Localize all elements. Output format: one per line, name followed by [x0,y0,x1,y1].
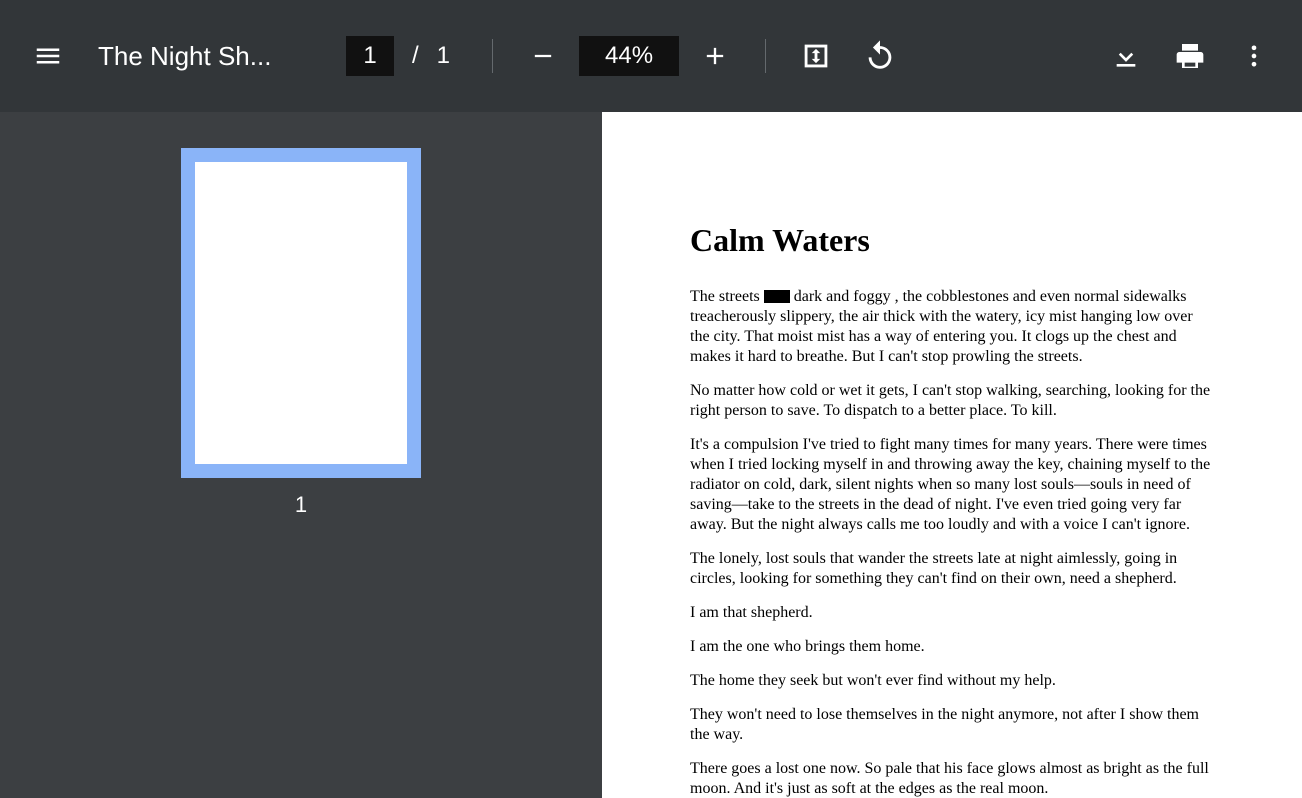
separator [492,39,493,73]
paragraph: There goes a lost one now. So pale that … [690,759,1212,798]
print-button[interactable] [1162,28,1218,84]
paragraph: The lonely, lost souls that wander the s… [690,549,1212,589]
paragraph: I am that shepherd. [690,603,1212,623]
download-button[interactable] [1098,28,1154,84]
redaction-mark [764,290,790,303]
separator [765,39,766,73]
page-content: Calm Waters The streets dark and foggy ,… [602,112,1302,798]
zoom-input[interactable] [579,36,679,76]
document-title: The Night Sh... [98,41,298,72]
page-viewport[interactable]: Calm Waters The streets dark and foggy ,… [602,112,1302,798]
page-number-input[interactable] [346,36,394,76]
paragraph: I am the one who brings them home. [690,637,1212,657]
main-area: 1 Calm Waters The streets dark and foggy… [0,112,1302,798]
zoom-out-button[interactable] [515,28,571,84]
doc-heading: Calm Waters [690,222,1212,259]
more-options-button[interactable] [1226,28,1282,84]
paragraph: The home they seek but won't ever find w… [690,671,1212,691]
total-pages: 1 [437,42,470,70]
page-thumbnail[interactable] [181,148,421,478]
thumbnail-label: 1 [0,492,602,518]
paragraph: No matter how cold or wet it gets, I can… [690,381,1212,421]
toolbar: The Night Sh... / 1 [0,0,1302,112]
rotate-button[interactable] [852,28,908,84]
paragraph: They won't need to lose themselves in th… [690,705,1212,745]
zoom-in-button[interactable] [687,28,743,84]
paragraph: It's a compulsion I've tried to fight ma… [690,435,1212,535]
thumbnail-sidebar[interactable]: 1 [0,112,602,798]
menu-icon[interactable] [20,28,76,84]
paragraph: The streets dark and foggy , the cobbles… [690,287,1212,367]
fit-page-button[interactable] [788,28,844,84]
page-separator: / [402,42,429,70]
